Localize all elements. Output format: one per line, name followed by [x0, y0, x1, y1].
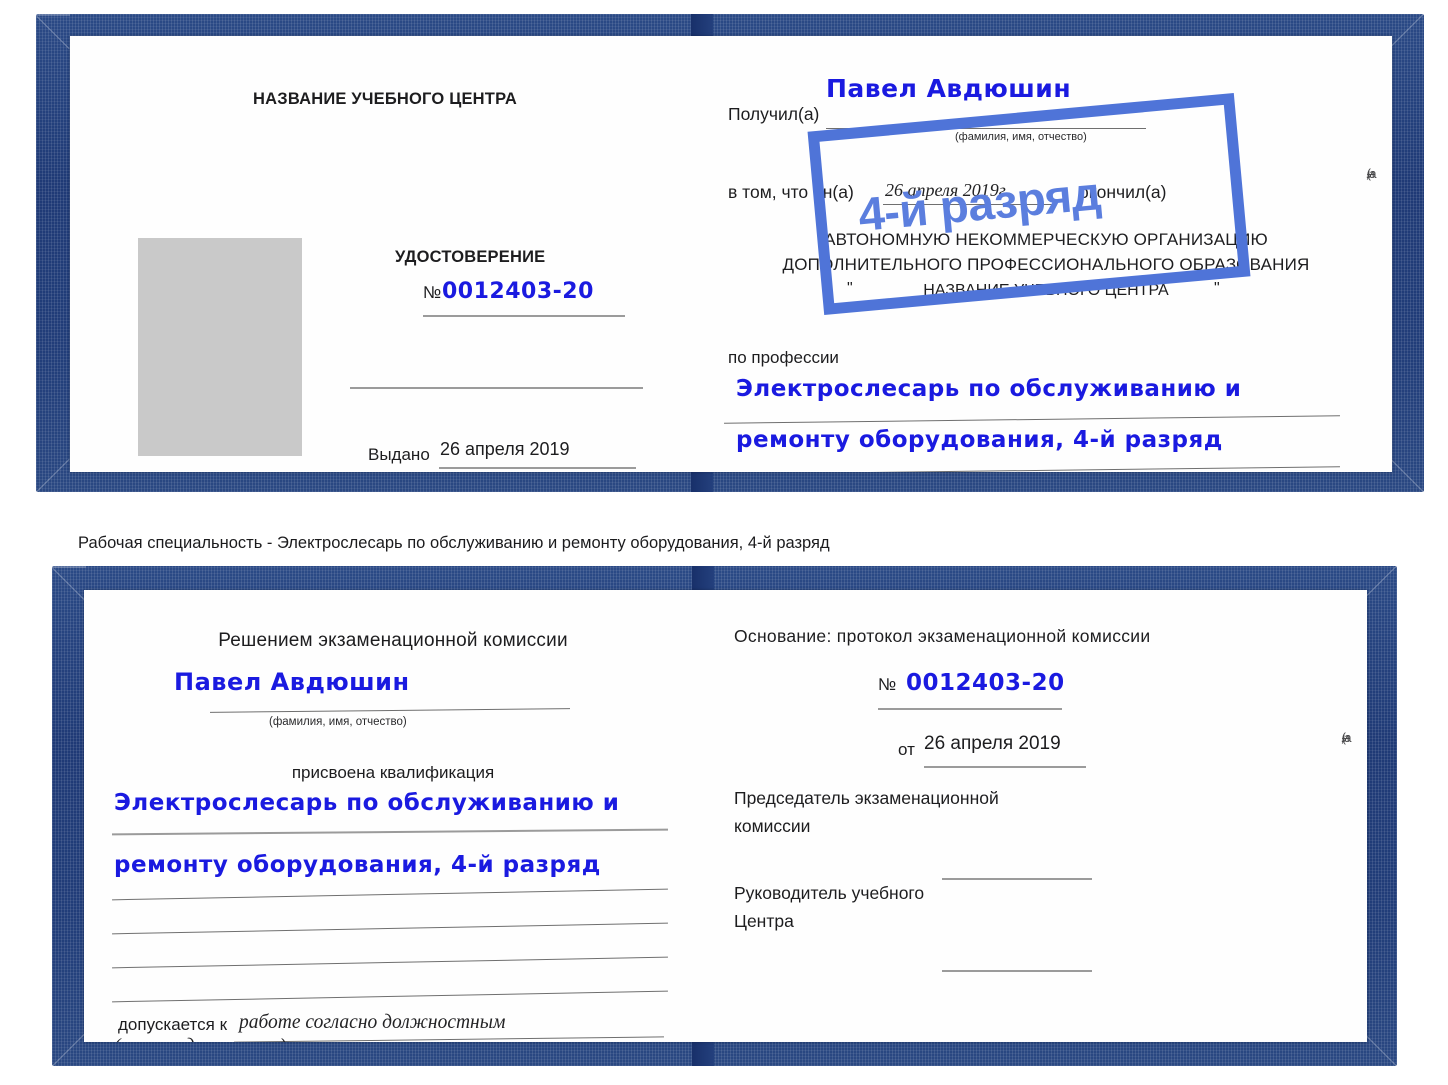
organization-quote-open: ": [847, 280, 853, 297]
recipient-name-rule: [210, 708, 570, 713]
page-bottom-left: Решением экзаменационной комиссии Павел …: [84, 590, 702, 1042]
chairman-label-line-2: комиссии: [734, 816, 811, 836]
profession-label: по профессии: [728, 348, 839, 367]
qualification-rule-2: [112, 888, 668, 901]
issued-value: 26 апреля 2019: [440, 439, 570, 459]
page-top-left: НАЗВАНИЕ УЧЕБНОГО ЦЕНТРА УДОСТОВЕРЕНИЕ №…: [70, 36, 700, 472]
profession-rule-1: [724, 415, 1340, 424]
qualification-assigned-label: присвоена квалификация: [291, 763, 495, 782]
blank-rule-2: [112, 956, 668, 969]
edge-mark: –: [1367, 166, 1375, 181]
received-rule: [826, 128, 1146, 129]
commission-decision-heading: Решением экзаменационной комиссии: [218, 630, 568, 651]
fio-hint-top: (фамилия, имя, отчество): [955, 131, 1087, 143]
qualification-value-line-1: Электрослесарь по обслуживанию и: [114, 790, 620, 816]
training-center-heading: НАЗВАНИЕ УЧЕБНОГО ЦЕНТРА: [253, 90, 517, 108]
blank-rule-middle: [350, 387, 643, 389]
head-label-line-2: Центра: [734, 911, 794, 931]
certificate-number-rule: [423, 315, 625, 317]
admitted-value-line-1: работе согласно должностным: [239, 1012, 506, 1033]
protocol-number-rule: [878, 708, 1062, 710]
protocol-number-value: 0012403-20: [906, 670, 1065, 696]
cover-corner-fold-bottom-left: [36, 458, 70, 492]
received-label: Получил(а): [728, 104, 820, 124]
organization-quote-close: ": [1214, 280, 1220, 297]
certificate-number-value: 0012403-20: [442, 279, 594, 304]
blank-rule-3: [112, 990, 668, 1003]
issued-label: Выдано: [368, 445, 430, 464]
head-signature-rule: [942, 970, 1092, 972]
cover-corner-fold-top-left: [52, 566, 86, 602]
fio-hint-bottom: (фамилия, имя, отчество): [269, 716, 407, 728]
recipient-name-value: Павел Авдюшин: [174, 668, 410, 696]
certificate-top-pages: НАЗВАНИЕ УЧЕБНОГО ЦЕНТРА УДОСТОВЕРЕНИЕ №…: [70, 36, 1392, 472]
received-value: Павел Авдюшин: [826, 74, 1072, 103]
cover-corner-fold-bottom-right: [1363, 1032, 1397, 1066]
qualification-rule-1: [112, 828, 668, 836]
admitted-label: допускается к: [118, 1015, 228, 1034]
cover-corner-fold-bottom-left: [52, 1032, 86, 1066]
protocol-date-rule: [924, 766, 1086, 768]
admitted-value-line-2: (производственным) инструкциям: [114, 1036, 401, 1042]
basis-label: Основание: протокол экзаменационной коми…: [734, 626, 1151, 646]
cover-corner-fold-top-left: [36, 14, 70, 50]
page-bottom-right: Основание: протокол экзаменационной коми…: [702, 590, 1367, 1042]
protocol-date-label: от: [898, 740, 915, 759]
protocol-number-symbol: №: [878, 675, 897, 694]
photo-placeholder: [138, 238, 302, 456]
protocol-date-value: 26 апреля 2019: [924, 733, 1061, 754]
certificate-bottom: Решением экзаменационной комиссии Павел …: [52, 566, 1397, 1066]
cover-corner-fold-top-right: [1363, 566, 1397, 600]
cover-corner-fold-bottom-right: [1390, 458, 1424, 492]
certificate-number-symbol: №: [423, 283, 442, 302]
profession-value-line-1: Электрослесарь по обслуживанию и: [736, 376, 1242, 402]
page-top-right: Получил(а) Павел Авдюшин (фамилия, имя, …: [700, 36, 1392, 472]
head-label-line-1: Руководитель учебного: [734, 883, 925, 903]
certificate-bottom-pages: Решением экзаменационной комиссии Павел …: [84, 590, 1367, 1042]
cover-corner-fold-top-right: [1390, 14, 1424, 48]
profession-rule-2: [724, 466, 1340, 472]
organization-line-2: ДОПОЛНИТЕЛЬНОГО ПРОФЕССИОНАЛЬНОГО ОБРАЗО…: [782, 255, 1310, 274]
chairman-label-line-1: Председатель экзаменационной: [734, 788, 999, 808]
issued-rule: [439, 467, 636, 469]
blank-rule-1: [112, 922, 668, 935]
profession-value-line-2: ремонту оборудования, 4-й разряд: [736, 427, 1223, 453]
chairman-signature-rule: [942, 878, 1092, 880]
image-caption: Рабочая специальность - Электрослесарь п…: [78, 534, 830, 552]
that-he-label: в том, что он(а): [728, 182, 854, 202]
qualification-value-line-2: ремонту оборудования, 4-й разряд: [114, 852, 601, 878]
edge-mark: –: [1342, 730, 1350, 745]
document-type-label: УДОСТОВЕРЕНИЕ: [395, 248, 546, 266]
certificate-top: НАЗВАНИЕ УЧЕБНОГО ЦЕНТРА УДОСТОВЕРЕНИЕ №…: [36, 14, 1424, 492]
organization-line-3: НАЗВАНИЕ УЧЕБНОГО ЦЕНТРА: [923, 282, 1169, 299]
